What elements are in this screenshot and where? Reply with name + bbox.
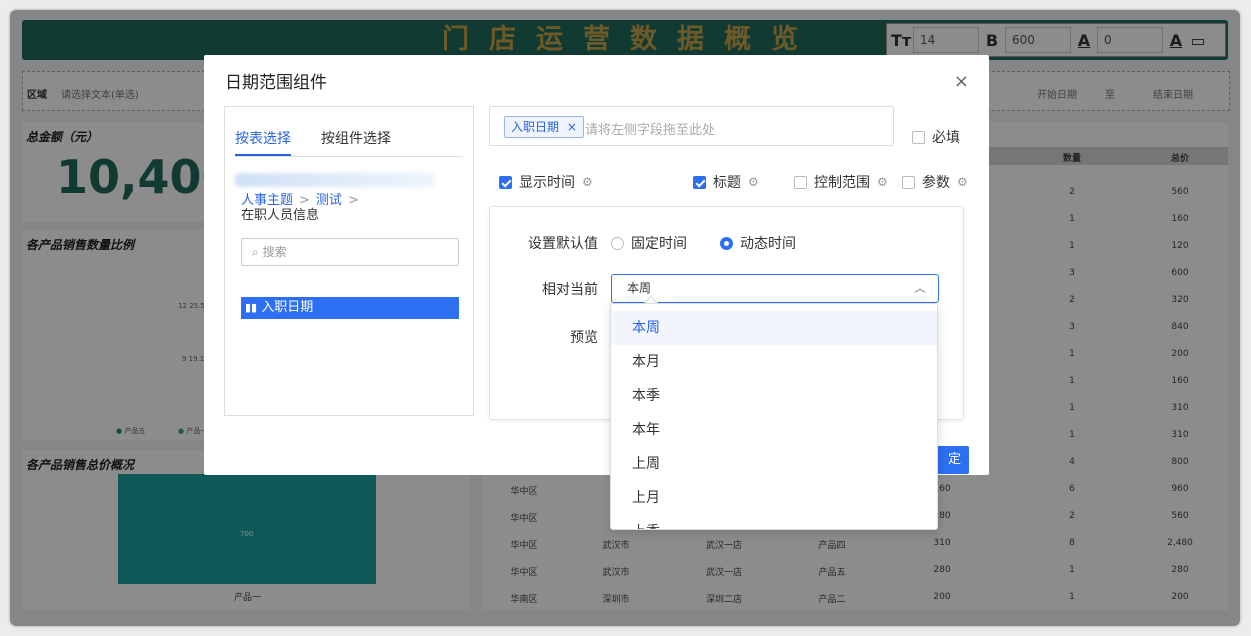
gear-icon[interactable]: ⚙ xyxy=(877,175,888,189)
table-name: 在职人员信息 xyxy=(241,208,320,223)
relative-select[interactable]: 本周 ︿ xyxy=(611,274,939,303)
tab-divider xyxy=(235,156,463,157)
close-icon[interactable]: × xyxy=(954,71,969,92)
search-icon: ⌕ xyxy=(252,245,259,259)
dynamic-radio[interactable] xyxy=(720,236,733,250)
field-tag-label: 入职日期 xyxy=(511,120,560,134)
fixed-radio[interactable] xyxy=(611,236,624,250)
range-label: 控制范围 xyxy=(814,175,870,191)
blurred-path xyxy=(235,173,435,187)
dropdown-option[interactable]: 本月 xyxy=(611,345,937,379)
param-label: 参数 xyxy=(922,175,950,191)
dropzone-placeholder: 请将左侧字段拖至此处 xyxy=(585,123,716,138)
relative-label: 相对当前 xyxy=(542,282,598,298)
tab-by-table[interactable]: 按表选择 xyxy=(235,128,291,148)
search-placeholder: 搜索 xyxy=(262,245,287,259)
show-time-option[interactable]: 显示时间 ⚙ xyxy=(499,172,593,192)
dropdown-option[interactable]: 本季 xyxy=(611,379,937,413)
required-check[interactable] xyxy=(912,130,925,144)
show-time-check[interactable] xyxy=(499,175,512,189)
app-window: 门店运营数据概览 Tт 14 B 600 A 0 A ▭ 区域 请选择文本(单选… xyxy=(10,10,1240,626)
tag-remove-icon[interactable]: × xyxy=(567,120,577,134)
default-label: 设置默认值 xyxy=(528,236,598,252)
required-checkbox[interactable]: 必填 xyxy=(912,127,960,147)
field-name: 入职日期 xyxy=(261,300,314,315)
chevron-up-icon: ︿ xyxy=(913,281,926,295)
dynamic-time-label: 动态时间 xyxy=(740,236,796,252)
dropdown-list: 本周本月本季本年上周上月上季 xyxy=(611,304,937,529)
relative-dropdown: 本周本月本季本年上周上月上季 xyxy=(610,303,938,530)
dropdown-option[interactable]: 上周 xyxy=(611,447,937,481)
required-label: 必填 xyxy=(932,130,960,146)
title-option[interactable]: 标题 ⚙ xyxy=(693,172,759,192)
title-check[interactable] xyxy=(693,175,706,189)
field-tag: 入职日期 × xyxy=(504,116,584,138)
breadcrumb-item-2[interactable]: 测试 xyxy=(316,193,342,208)
gear-icon[interactable]: ⚙ xyxy=(582,175,593,189)
breadcrumb-chevron-icon: > xyxy=(347,193,359,208)
dialog-title: 日期范围组件 xyxy=(225,73,327,93)
param-option[interactable]: 参数 ⚙ xyxy=(902,172,968,192)
gear-icon[interactable]: ⚙ xyxy=(957,175,968,189)
fixed-time-radio[interactable]: 固定时间 xyxy=(611,233,687,253)
field-panel: 按表选择 按组件选择 人事主题 > 测试 > 在职人员信息 ⌕ 搜索 ▮▮ 入职日期 xyxy=(224,106,474,416)
tab-by-component[interactable]: 按组件选择 xyxy=(321,128,391,148)
gear-icon[interactable]: ⚙ xyxy=(748,175,759,189)
relative-select-value: 本周 xyxy=(627,281,652,295)
preview-label: 预览 xyxy=(570,330,598,346)
dropdown-option[interactable]: 上季 xyxy=(611,515,937,529)
range-check[interactable] xyxy=(794,175,807,189)
dynamic-time-radio[interactable]: 动态时间 xyxy=(720,233,796,253)
fixed-time-label: 固定时间 xyxy=(631,236,687,252)
field-item-hire-date[interactable]: ▮▮ 入职日期 xyxy=(241,297,459,319)
date-field-icon: ▮▮ xyxy=(245,301,258,314)
tab-active-indicator xyxy=(235,154,291,156)
param-check[interactable] xyxy=(902,175,915,189)
field-dropzone[interactable]: 入职日期 × 请将左侧字段拖至此处 xyxy=(489,106,894,146)
dropdown-option[interactable]: 本年 xyxy=(611,413,937,447)
dropdown-option[interactable]: 上月 xyxy=(611,481,937,515)
range-option[interactable]: 控制范围 ⚙ xyxy=(794,172,888,192)
title-label: 标题 xyxy=(713,175,741,191)
dropdown-option[interactable]: 本周 xyxy=(611,311,937,345)
search-input[interactable]: ⌕ 搜索 xyxy=(241,238,459,266)
show-time-label: 显示时间 xyxy=(519,175,575,191)
